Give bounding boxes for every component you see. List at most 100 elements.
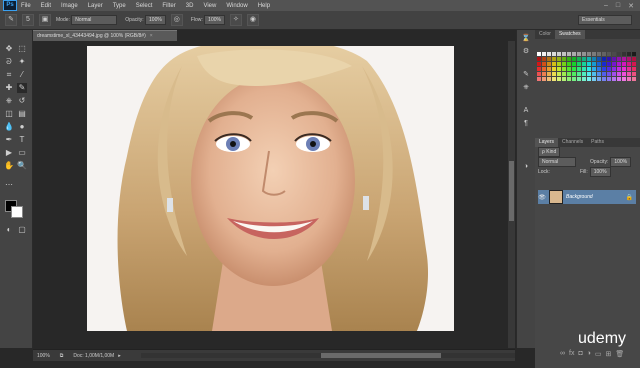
zoom-tool-icon[interactable]: 🔍 [17, 161, 27, 171]
marquee-tool-icon[interactable]: ⬚ [17, 44, 27, 54]
swatch[interactable] [537, 57, 541, 61]
layer-name[interactable]: Background [566, 194, 593, 200]
swatch[interactable] [607, 62, 611, 66]
swatch[interactable] [627, 72, 631, 76]
menu-view[interactable]: View [203, 3, 216, 9]
layer-style-icon[interactable]: fx [569, 350, 574, 358]
swatch[interactable] [597, 72, 601, 76]
swatch[interactable] [557, 77, 561, 81]
menu-help[interactable]: Help [258, 3, 270, 9]
paragraph-panel-icon[interactable]: ¶ [521, 119, 531, 129]
horizontal-scrollbar[interactable] [140, 353, 515, 358]
menu-select[interactable]: Select [136, 3, 153, 9]
swatch[interactable] [582, 72, 586, 76]
swatch[interactable] [537, 67, 541, 71]
healing-brush-icon[interactable]: ✚ [4, 83, 14, 93]
swatch[interactable] [537, 52, 541, 56]
swatch[interactable] [622, 67, 626, 71]
brush-panel-icon[interactable]: ✎ [521, 70, 531, 80]
swatch[interactable] [547, 62, 551, 66]
swatch[interactable] [627, 77, 631, 81]
swatch[interactable] [562, 52, 566, 56]
adjustment-layer-icon[interactable]: ◑ [587, 350, 591, 358]
swatch[interactable] [547, 57, 551, 61]
adjustments-icon[interactable]: ◑ [521, 162, 531, 172]
screen-mode-icon[interactable]: ▢ [17, 225, 27, 235]
tab-channels[interactable]: Channels [558, 138, 587, 147]
visibility-eye-icon[interactable]: 👁 [538, 194, 546, 201]
swatch[interactable] [577, 57, 581, 61]
swatch[interactable] [587, 67, 591, 71]
swatch[interactable] [597, 67, 601, 71]
swatch[interactable] [632, 67, 636, 71]
swatch[interactable] [562, 62, 566, 66]
swatch[interactable] [582, 62, 586, 66]
pen-tool-icon[interactable]: ✒ [4, 135, 14, 145]
swatch[interactable] [607, 77, 611, 81]
brush-preset-button[interactable]: 5 [22, 14, 34, 26]
swatch[interactable] [582, 52, 586, 56]
menu-3d[interactable]: 3D [186, 3, 194, 9]
swatch[interactable] [627, 57, 631, 61]
properties-panel-icon[interactable]: ⚙ [521, 47, 531, 57]
swatch[interactable] [537, 77, 541, 81]
swatch[interactable] [542, 57, 546, 61]
document-tab[interactable]: dreamstime_xl_43443494.jpg @ 100% (RGB/8… [33, 30, 177, 41]
swatch[interactable] [567, 72, 571, 76]
swatch[interactable] [602, 57, 606, 61]
swatch[interactable] [577, 67, 581, 71]
swatch[interactable] [557, 52, 561, 56]
quick-select-icon[interactable]: ✦ [17, 57, 27, 67]
swatch[interactable] [577, 77, 581, 81]
swatch[interactable] [607, 72, 611, 76]
swatch[interactable] [542, 77, 546, 81]
swatch[interactable] [542, 72, 546, 76]
swatch[interactable] [617, 77, 621, 81]
swatch[interactable] [632, 62, 636, 66]
menu-filter[interactable]: Filter [162, 3, 175, 9]
swatch[interactable] [587, 52, 591, 56]
menu-layer[interactable]: Layer [88, 3, 103, 9]
swatch[interactable] [537, 62, 541, 66]
swatch[interactable] [567, 67, 571, 71]
swatch[interactable] [612, 77, 616, 81]
swatch[interactable] [612, 72, 616, 76]
hand-tool-icon[interactable]: ✋ [4, 161, 14, 171]
more-tools-icon[interactable]: ⋯ [4, 180, 14, 190]
swatch[interactable] [632, 52, 636, 56]
crop-tool-icon[interactable]: ⌗ [4, 70, 14, 80]
layer-kind-filter[interactable]: ρ Kind [538, 147, 561, 157]
swatch[interactable] [607, 67, 611, 71]
swatch[interactable] [612, 67, 616, 71]
layer-row-background[interactable]: 👁 Background 🔒 [538, 190, 636, 204]
swatch[interactable] [632, 72, 636, 76]
swatch[interactable] [552, 62, 556, 66]
swatch[interactable] [592, 57, 596, 61]
swatch[interactable] [562, 57, 566, 61]
swatch[interactable] [592, 72, 596, 76]
swatch[interactable] [602, 72, 606, 76]
swatch[interactable] [547, 72, 551, 76]
menu-file[interactable]: File [21, 3, 31, 9]
status-menu-icon[interactable]: ▸ [118, 353, 121, 359]
swatch[interactable] [572, 57, 576, 61]
link-layers-icon[interactable]: ∞ [560, 350, 565, 358]
brush-tool-icon[interactable]: ✎ [5, 14, 17, 26]
dodge-tool-icon[interactable]: ● [17, 122, 27, 132]
swatch[interactable] [567, 52, 571, 56]
swatch[interactable] [622, 57, 626, 61]
swatch[interactable] [597, 77, 601, 81]
swatch[interactable] [567, 57, 571, 61]
new-layer-icon[interactable]: ⊞ [606, 350, 612, 358]
swatch[interactable] [597, 57, 601, 61]
swatch[interactable] [567, 62, 571, 66]
airbrush-icon[interactable]: ✧ [229, 14, 242, 26]
swatches-grid[interactable] [537, 42, 637, 102]
swatch[interactable] [622, 77, 626, 81]
swatch[interactable] [577, 52, 581, 56]
swatch[interactable] [632, 57, 636, 61]
tab-swatches[interactable]: Swatches [554, 30, 585, 39]
swatch[interactable] [572, 67, 576, 71]
swatch[interactable] [622, 52, 626, 56]
swatch[interactable] [617, 62, 621, 66]
